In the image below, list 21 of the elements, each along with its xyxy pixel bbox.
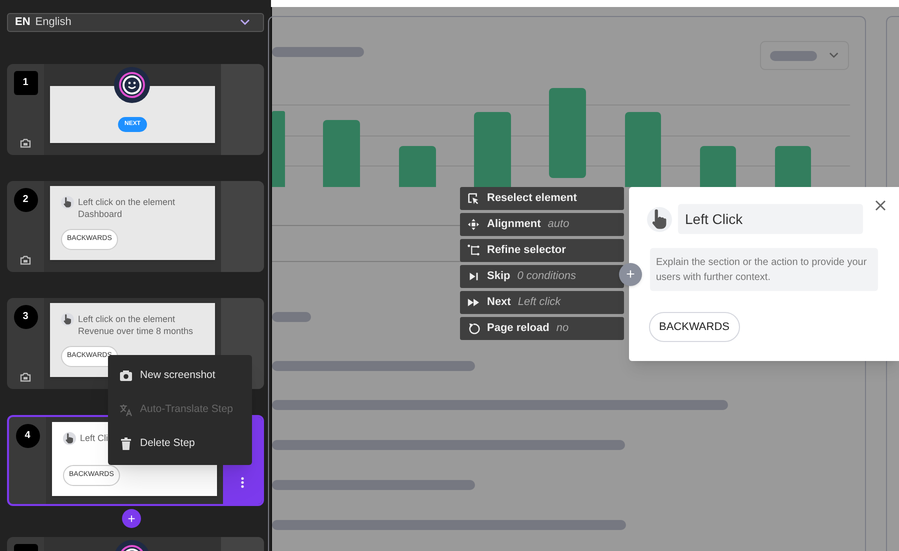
toolbar-value: no	[556, 321, 569, 336]
step-description: Dashboard	[78, 208, 124, 220]
toolbar-label: Skip	[487, 269, 510, 284]
step-number: 4	[16, 424, 40, 448]
step-number: 1	[14, 70, 38, 94]
toolbar-label: Alignment	[487, 217, 541, 232]
toolbar-label: Refine selector	[487, 243, 566, 258]
toolbar-label: Reselect element	[487, 191, 577, 206]
step-description: Revenue over time 8 months	[78, 324, 194, 336]
step-number: 3	[14, 304, 38, 328]
language-code: EN	[15, 15, 30, 30]
toolbar-value: Left click	[518, 295, 561, 310]
step-number: 2	[14, 188, 38, 212]
step-description: Left click on the element	[78, 312, 176, 324]
toolbar-label: Next	[487, 295, 511, 310]
toolbar-label: Page reload	[487, 321, 550, 336]
step-description: Left Cli	[80, 432, 108, 444]
toolbar-value: 0 conditions	[517, 269, 576, 284]
toolbar-value: auto	[548, 217, 570, 232]
language-name: English	[35, 15, 72, 30]
step-description: Left click on the element	[78, 196, 176, 208]
